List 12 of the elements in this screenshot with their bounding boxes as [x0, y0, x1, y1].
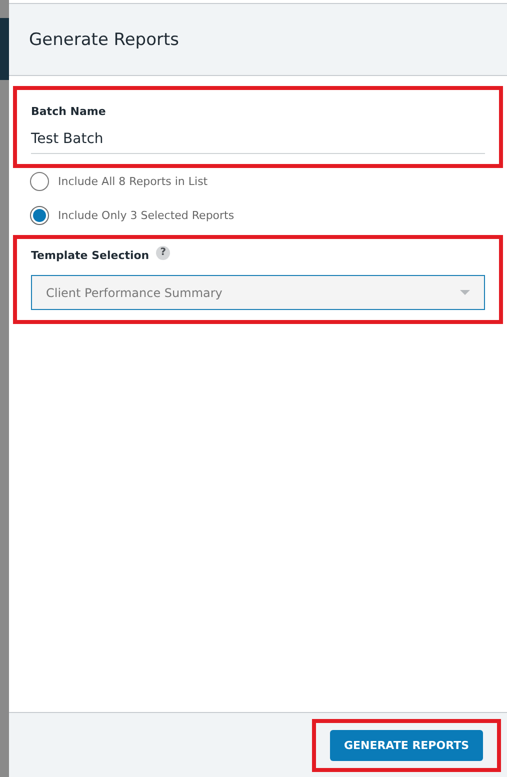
field-label: Batch Name: [31, 105, 106, 118]
field-label: Template Selection: [31, 249, 150, 262]
batch-name-field[interactable]: Test Batch: [31, 131, 485, 154]
generate-reports-button[interactable]: GENERATE REPORTS: [330, 730, 483, 760]
template-dropdown[interactable]: Client Performance Summary: [31, 275, 485, 310]
radio-button[interactable]: [30, 206, 49, 225]
radio-option[interactable]: Include Only 3 Selected Reports: [30, 206, 234, 225]
caret-icon: [460, 290, 470, 296]
radio-button[interactable]: [30, 172, 49, 191]
radio-option[interactable]: Include All 8 Reports in List: [30, 172, 208, 191]
dialog-title: Generate Reports: [29, 30, 180, 50]
help-icon[interactable]: ?: [156, 246, 170, 260]
